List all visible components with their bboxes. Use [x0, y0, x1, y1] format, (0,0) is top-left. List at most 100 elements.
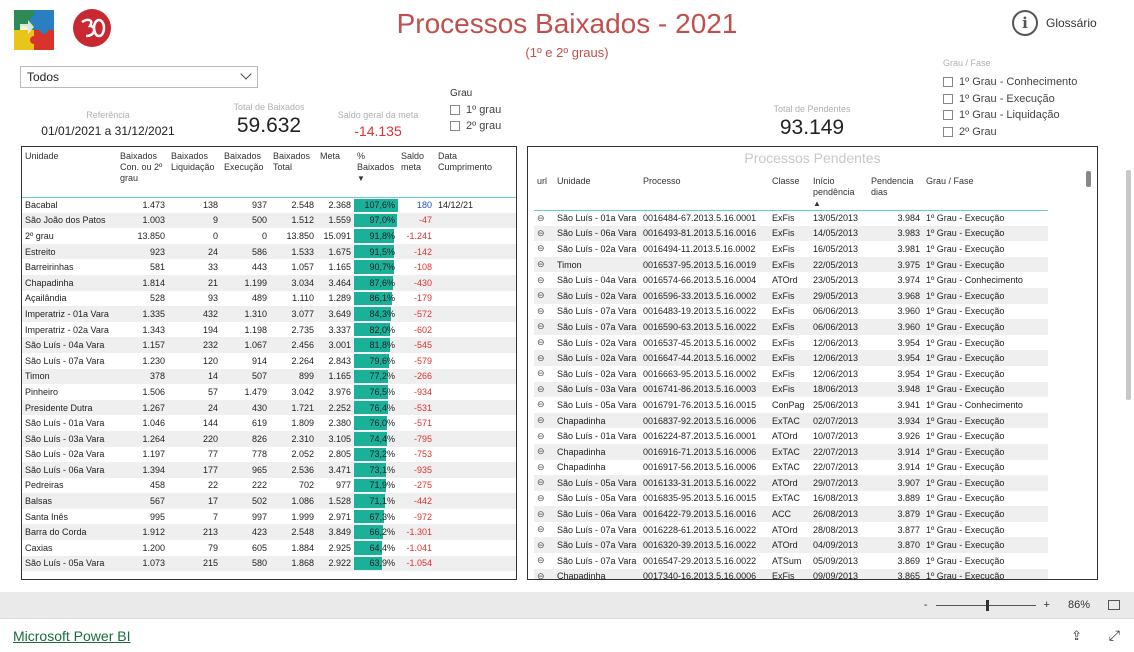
table-row[interactable]: Santa Inês 995 7 997 1.999 2.971 67,3% -972 [22, 509, 516, 525]
grau-option-2[interactable]: 2º grau [450, 118, 501, 134]
col-header[interactable]: Pendencia dias [868, 166, 923, 210]
glossary-button[interactable]: i Glossário [1012, 10, 1097, 36]
table-row[interactable]: São João dos Patos 1.003 9 500 1.512 1.559 97,… [22, 212, 516, 229]
fullscreen-icon[interactable]: ⤢ [1109, 627, 1120, 644]
table-row[interactable]: ⊖ São Luís - 01a Vara 0016224-87.2013.5.16… [534, 428, 1048, 444]
grau-option-1[interactable]: 1º grau [450, 102, 501, 118]
table-row[interactable]: Bacabal 1.473 138 937 2.548 2.368 107,6% 180 14/… [22, 197, 516, 213]
table-row[interactable]: ⊖ São Luís - 07a Vara 0016228-61.2013.5.16… [534, 522, 1048, 538]
power-bi-link[interactable]: Microsoft Power BI [13, 628, 130, 644]
table-row[interactable]: ⊖ São Luís - 06a Vara 0016493-81.2013.5.16… [534, 225, 1048, 242]
cell-url[interactable]: ⊖ [534, 225, 554, 242]
link-icon[interactable]: ⊖ [537, 337, 545, 347]
zoom-out-button[interactable]: - [924, 599, 928, 611]
fase-option-2[interactable]: 1º Grau - Execução [943, 91, 1077, 108]
checkbox[interactable] [450, 121, 460, 131]
col-header[interactable]: url [534, 166, 554, 210]
cell-url[interactable]: ⊖ [534, 460, 554, 476]
table-row[interactable]: São Luís - 07a Vara 1.230 120 914 2.264 2.843… [22, 353, 516, 369]
cell-url[interactable]: ⊖ [534, 366, 554, 382]
link-icon[interactable]: ⊖ [537, 243, 545, 253]
table-row[interactable]: ⊖ São Luís - 05a Vara 0016835-95.2013.5.16… [534, 491, 1048, 507]
cell-url[interactable]: ⊖ [534, 304, 554, 320]
table-row[interactable]: Estreito 923 24 586 1.533 1.675 91,5% -142 [22, 243, 516, 260]
link-icon[interactable]: ⊖ [537, 431, 545, 441]
table-row[interactable]: ⊖ Chapadinha 0016837-92.2013.5.16.0006 ExTA… [534, 412, 1048, 429]
cell-url[interactable]: ⊖ [534, 397, 554, 413]
table-row[interactable]: ⊖ São Luís - 01a Vara 0016484-67.2013.5.16… [534, 210, 1048, 226]
col-header[interactable]: Baixados Execução [221, 147, 270, 197]
cell-url[interactable]: ⊖ [534, 491, 554, 507]
table-row[interactable]: ⊖ Chapadinha 0016917-56.2013.5.16.0006 ExTA… [534, 460, 1048, 476]
cell-url[interactable]: ⊖ [534, 335, 554, 351]
table-row[interactable]: São Luís - 04a Vara 1.157 232 1.067 2.456 3.0… [22, 337, 516, 353]
link-icon[interactable]: ⊖ [537, 555, 545, 565]
table-row[interactable]: Balsas 567 17 502 1.086 1.528 71,1% -442 [22, 493, 516, 509]
link-icon[interactable]: ⊖ [537, 509, 545, 519]
link-icon[interactable]: ⊖ [537, 462, 545, 472]
zoom-slider[interactable] [935, 599, 1036, 611]
table-row[interactable]: ⊖ São Luís - 07a Vara 0016320-39.2013.5.16… [534, 537, 1048, 554]
table-row[interactable]: ⊖ São Luís - 02a Vara 0016494-11.2013.5.16… [534, 241, 1048, 257]
table-row[interactable]: ⊖ São Luís - 05a Vara 0016791-76.2013.5.16… [534, 397, 1048, 413]
link-icon[interactable]: ⊖ [537, 259, 545, 269]
cell-url[interactable]: ⊖ [534, 443, 554, 460]
fase-option-1[interactable]: 1º Grau - Conhecimento [943, 74, 1077, 91]
zoom-in-button[interactable]: + [1044, 599, 1050, 611]
col-header-sorted[interactable]: % Baixados ▼ [354, 147, 398, 197]
cell-url[interactable]: ⊖ [534, 506, 554, 522]
fase-option-4[interactable]: 2º Grau [943, 124, 1077, 141]
table-row[interactable]: ⊖ São Luís - 05a Vara 0016133-31.2013.5.16… [534, 475, 1048, 491]
cell-url[interactable]: ⊖ [534, 568, 554, 579]
table-row[interactable]: ⊖ São Luís - 02a Vara 0016537-45.2013.5.16… [534, 335, 1048, 351]
table-row[interactable]: ⊖ São Luís - 07a Vara 0016590-63.2013.5.16… [534, 319, 1048, 335]
cell-url[interactable]: ⊖ [534, 537, 554, 554]
cell-url[interactable]: ⊖ [534, 256, 554, 273]
link-icon[interactable]: ⊖ [537, 493, 545, 503]
table-row[interactable]: Chapadinha 1.814 21 1.199 3.034 3.464 87,6% -43… [22, 274, 516, 291]
link-icon[interactable]: ⊖ [537, 213, 545, 223]
link-icon[interactable]: ⊖ [537, 321, 545, 331]
table-row[interactable]: São Luís - 05a Vara 1.073 215 580 1.868 2.922… [22, 555, 516, 572]
zoom-slider-handle[interactable] [985, 599, 989, 611]
link-icon[interactable]: ⊖ [537, 306, 545, 316]
table-row[interactable]: São Luís - 03a Vara 1.264 220 826 2.310 3.105… [22, 430, 516, 447]
link-icon[interactable]: ⊖ [537, 571, 545, 579]
cell-url[interactable]: ⊖ [534, 210, 554, 226]
fit-to-page-icon[interactable] [1108, 600, 1120, 610]
table-row[interactable]: Pedreiras 458 22 222 702 977 71,9% -275 [22, 478, 516, 494]
link-icon[interactable]: ⊖ [537, 368, 545, 378]
share-icon[interactable]: ⇪ [1071, 628, 1082, 644]
col-header[interactable]: Baixados Total [270, 147, 317, 197]
checkbox[interactable] [450, 105, 460, 115]
table-row[interactable]: São Luís - 02a Vara 1.197 77 778 2.052 2.805 7… [22, 447, 516, 463]
link-icon[interactable]: ⊖ [537, 290, 545, 300]
table-row[interactable]: ⊖ São Luís - 02a Vara 0016663-95.2013.5.16… [534, 366, 1048, 382]
table-row[interactable]: ⊖ São Luís - 07a Vara 0016547-29.2013.5.16… [534, 553, 1048, 569]
cell-url[interactable]: ⊖ [534, 475, 554, 491]
col-header-sorted[interactable]: Início pendência ▲ [810, 166, 868, 210]
checkbox[interactable] [943, 126, 953, 137]
cell-url[interactable]: ⊖ [534, 319, 554, 335]
link-icon[interactable]: ⊖ [537, 399, 545, 409]
cell-url[interactable]: ⊖ [534, 553, 554, 569]
table-row[interactable]: ⊖ Chapadinha 0017340-16.2013.5.16.0006 ExFi… [534, 568, 1048, 579]
col-header[interactable]: Grau / Fase [923, 166, 1048, 210]
table-row[interactable]: São Luís - 06a Vara 1.394 177 965 2.536 3.471… [22, 462, 516, 478]
col-header[interactable]: Saldo meta [398, 147, 435, 197]
link-icon[interactable]: ⊖ [537, 540, 545, 550]
table-row[interactable]: ⊖ São Luís - 06a Vara 0016422-79.2013.5.16… [534, 506, 1048, 522]
checkbox[interactable] [943, 110, 953, 121]
table-row[interactable]: ⊖ Chapadinha 0016916-71.2013.5.16.0006 ExTA… [534, 443, 1048, 460]
link-icon[interactable]: ⊖ [537, 275, 545, 285]
col-header[interactable]: Baixados Con. ou 2º grau [117, 147, 168, 197]
table-row[interactable]: Barra do Corda 1.912 213 423 2.548 3.849 66,2%… [22, 524, 516, 541]
table-row[interactable]: ⊖ São Luís - 02a Vara 0016596-33.2013.5.16… [534, 287, 1048, 304]
cell-url[interactable]: ⊖ [534, 522, 554, 538]
unit-dropdown[interactable]: Todos [20, 66, 258, 88]
col-header[interactable]: Meta [317, 147, 354, 197]
cell-url[interactable]: ⊖ [534, 381, 554, 398]
table-row[interactable]: São Luís - 01a Vara 1.046 144 619 1.809 2.380… [22, 415, 516, 431]
cell-url[interactable]: ⊖ [534, 412, 554, 429]
table-row[interactable]: ⊖ São Luís - 02a Vara 0016647-44.2013.5.16… [534, 350, 1048, 366]
